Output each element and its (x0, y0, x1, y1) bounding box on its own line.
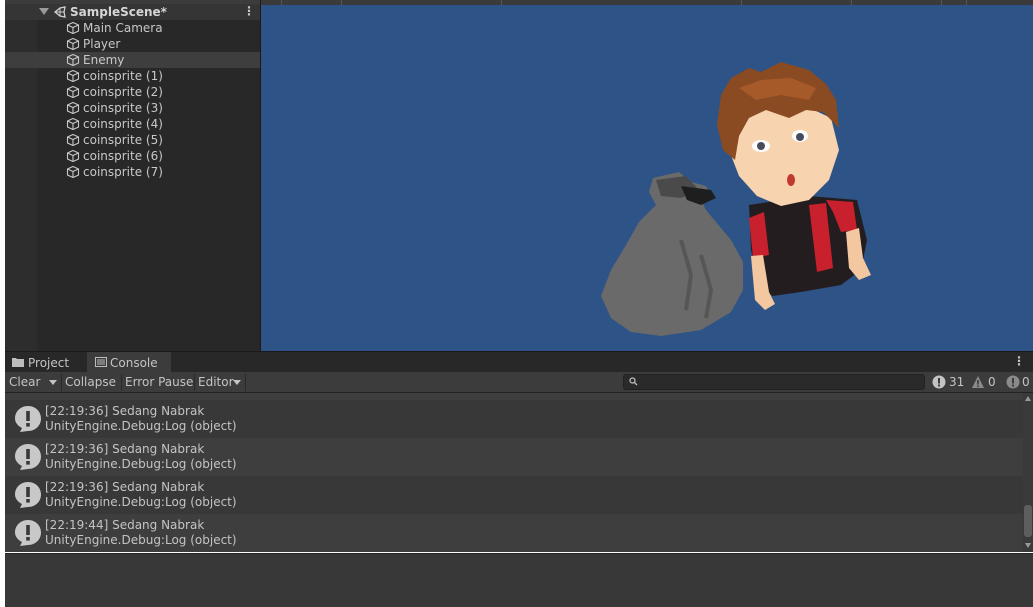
console-scrollbar[interactable] (1023, 393, 1033, 552)
console-icon (95, 357, 107, 367)
search-icon (629, 377, 638, 386)
scroll-up-icon[interactable] (1025, 396, 1031, 401)
collapse-label: Collapse (65, 375, 116, 389)
panel-menu-icon[interactable]: ⋮ (1013, 354, 1025, 368)
scene-view[interactable] (261, 0, 1033, 351)
hierarchy-item-label: Enemy (83, 53, 125, 67)
hierarchy-item-label: Player (83, 37, 121, 51)
info-icon (932, 375, 946, 389)
scene-sprites (601, 62, 871, 336)
gameobject-cube-icon (66, 53, 80, 67)
hierarchy-item[interactable]: coinsprite (1) (5, 68, 260, 84)
warning-count-toggle[interactable]: 0 (968, 374, 1004, 391)
scene-name-label: SampleScene* (70, 5, 167, 19)
console-search-input[interactable] (623, 374, 925, 390)
hierarchy-item[interactable]: coinsprite (6) (5, 148, 260, 164)
trash-bag-enemy-sprite[interactable] (601, 172, 743, 336)
log-entry-partial (5, 393, 1023, 400)
gameobject-cube-icon (66, 69, 80, 83)
gameobject-cube-icon (66, 37, 80, 51)
bottom-tab-bar: Project Console ⋮ (5, 351, 1033, 373)
error-icon (1006, 375, 1020, 389)
log-stacktrace: UnityEngine.Debug:Log (object) (45, 495, 237, 509)
gameobject-cube-icon (66, 117, 80, 131)
hierarchy-item-label: Main Camera (83, 21, 163, 35)
log-message: [22:19:36] Sedang Nabrak (45, 480, 205, 494)
gameobject-cube-icon (66, 85, 80, 99)
hierarchy-item-label: coinsprite (5) (83, 133, 163, 147)
hierarchy-item-label: coinsprite (2) (83, 85, 163, 99)
hierarchy-item[interactable]: coinsprite (7) (5, 164, 260, 180)
editor-label: Editor (198, 375, 234, 389)
scroll-thumb[interactable] (1024, 505, 1032, 537)
collapse-button[interactable]: Collapse (62, 373, 122, 392)
scene-root-row[interactable]: SampleScene* ⋮ (5, 4, 260, 20)
hierarchy-item-label: coinsprite (4) (83, 117, 163, 131)
tab-console-label: Console (110, 356, 158, 370)
warning-icon (972, 376, 984, 388)
scroll-down-icon[interactable] (1025, 543, 1031, 548)
error-count: 0 (1022, 375, 1030, 389)
console-detail-pane (5, 553, 1033, 607)
tab-console[interactable]: Console (87, 352, 171, 373)
console-log-list[interactable]: [22:19:36] Sedang Nabrak UnityEngine.Debu… (5, 393, 1023, 552)
unity-scene-icon (53, 6, 66, 18)
info-message-icon (15, 520, 41, 546)
gameobject-cube-icon (66, 165, 80, 179)
gameobject-cube-icon (66, 101, 80, 115)
hierarchy-item-label: coinsprite (3) (83, 101, 163, 115)
hierarchy-item[interactable]: Player (5, 36, 260, 52)
console-toolbar: Clear Collapse Error Pause Editor 31 0 0 (5, 372, 1033, 393)
hierarchy-panel: SampleScene* ⋮ Main Camera Player Enemy coi… (5, 0, 260, 351)
gameobject-cube-icon (66, 21, 80, 35)
hierarchy-item[interactable]: coinsprite (2) (5, 84, 260, 100)
clear-button[interactable]: Clear (5, 373, 45, 392)
fold-arrow-icon[interactable] (39, 8, 49, 15)
error-pause-label: Error Pause (125, 375, 194, 389)
log-count-toggle[interactable]: 31 (930, 374, 968, 391)
log-entry[interactable]: [22:19:36] Sedang Nabrak UnityEngine.Debu… (5, 476, 1023, 514)
log-entry[interactable]: [22:19:36] Sedang Nabrak UnityEngine.Debu… (5, 438, 1023, 476)
error-pause-button[interactable]: Error Pause (122, 373, 194, 392)
hierarchy-item[interactable]: Main Camera (5, 20, 260, 36)
hierarchy-item-label: coinsprite (6) (83, 149, 163, 163)
hierarchy-item-label: coinsprite (7) (83, 165, 163, 179)
info-message-icon (15, 482, 41, 508)
hierarchy-item[interactable]: coinsprite (3) (5, 100, 260, 116)
dropdown-arrow-icon (49, 380, 57, 385)
dropdown-arrow-icon (233, 380, 241, 385)
log-stacktrace: UnityEngine.Debug:Log (object) (45, 457, 237, 471)
gameobject-cube-icon (66, 133, 80, 147)
log-message: [22:19:36] Sedang Nabrak (45, 442, 205, 456)
log-message: [22:19:36] Sedang Nabrak (45, 404, 205, 418)
hierarchy-item[interactable]: coinsprite (4) (5, 116, 260, 132)
hierarchy-item[interactable]: Enemy (5, 52, 260, 68)
editor-dropdown[interactable]: Editor (195, 373, 245, 392)
hierarchy-item-label: coinsprite (1) (83, 69, 163, 83)
log-stacktrace: UnityEngine.Debug:Log (object) (45, 533, 237, 547)
hierarchy-item[interactable]: coinsprite (5) (5, 132, 260, 148)
folder-icon (12, 358, 24, 367)
warning-count: 0 (988, 375, 996, 389)
log-entry[interactable]: [22:19:36] Sedang Nabrak UnityEngine.Debu… (5, 400, 1023, 438)
info-message-icon (15, 444, 41, 470)
tab-project[interactable]: Project (5, 352, 87, 373)
clear-options-dropdown[interactable] (45, 373, 61, 392)
info-message-icon (15, 406, 41, 432)
panel-divider[interactable] (260, 0, 261, 351)
log-message: [22:19:44] Sedang Nabrak (45, 518, 205, 532)
gameobject-cube-icon (66, 149, 80, 163)
log-entry[interactable]: [22:19:44] Sedang Nabrak UnityEngine.Debu… (5, 514, 1023, 552)
scene-menu-icon[interactable]: ⋮ (243, 4, 255, 18)
log-stacktrace: UnityEngine.Debug:Log (object) (45, 419, 237, 433)
log-count: 31 (949, 375, 965, 389)
clear-label: Clear (9, 375, 41, 389)
tab-project-label: Project (28, 356, 70, 370)
error-count-toggle[interactable]: 0 (1004, 374, 1033, 391)
